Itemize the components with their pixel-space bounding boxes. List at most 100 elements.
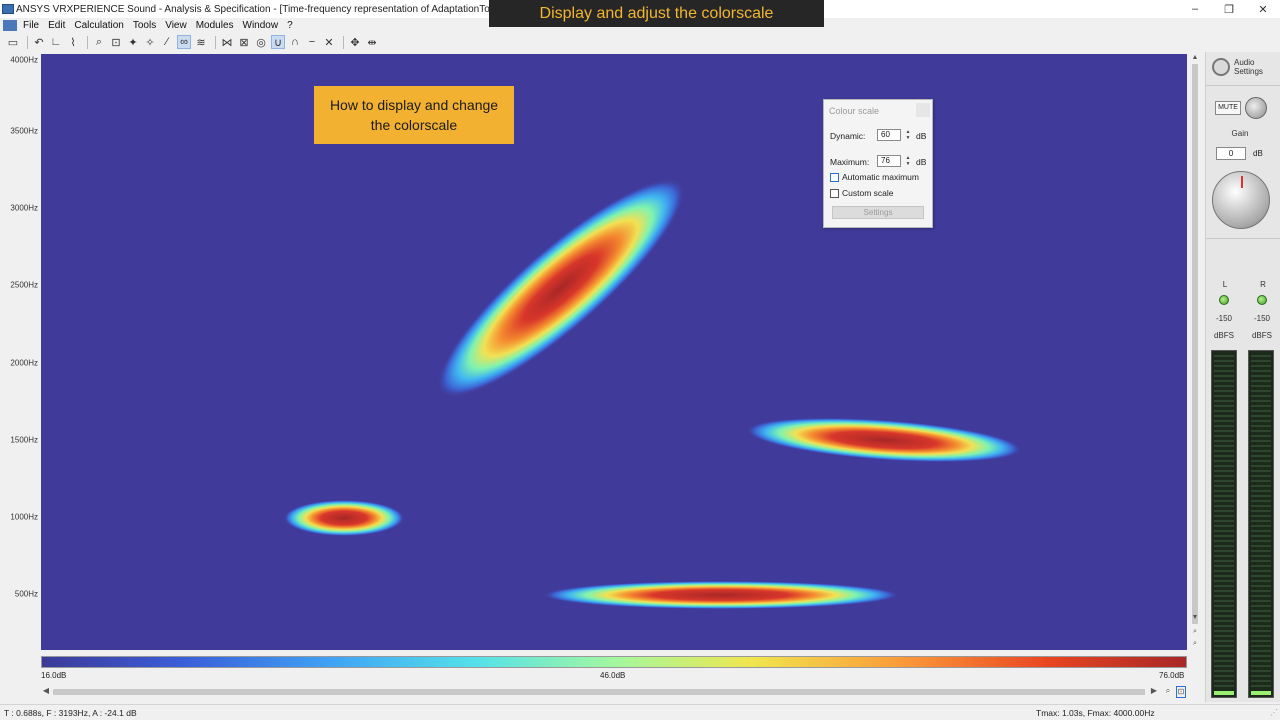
vertical-scrollbar[interactable]: ▲ ▼ ⌕ ⌕	[1189, 54, 1201, 650]
minus-icon[interactable]: −	[305, 35, 319, 49]
cross-icon[interactable]: ✕	[322, 35, 336, 49]
resize-grip-icon[interactable]: ⋰	[1270, 708, 1278, 717]
speaker-icon[interactable]	[1245, 97, 1267, 119]
spectral-blob-500hz	[543, 581, 899, 609]
spectrogram-panel: 4000Hz 3500Hz 3000Hz 2500Hz 2000Hz 1500H…	[0, 52, 1205, 702]
menu-modules[interactable]: Modules	[196, 20, 234, 31]
target-icon[interactable]: ◎	[254, 35, 268, 49]
meter-segment	[1251, 600, 1271, 602]
waveform-icon[interactable]: ≋	[194, 35, 208, 49]
audio-settings-button[interactable]: Audio Settings	[1212, 58, 1263, 76]
menu-help[interactable]: ?	[287, 20, 293, 31]
custom-scale-checkbox[interactable]	[830, 188, 839, 198]
left-level-value: -150	[1215, 314, 1232, 323]
custom-scale-option[interactable]: Custom scale	[830, 188, 894, 198]
colorscale-bar[interactable]	[41, 656, 1187, 668]
horizontal-scroll-track[interactable]	[53, 689, 1145, 695]
settings-button[interactable]: Settings	[832, 206, 924, 219]
automatic-maximum-label: Automatic maximum	[842, 172, 919, 182]
intersection-icon[interactable]: ∩	[288, 35, 302, 49]
pan-icon[interactable]: ✦	[126, 35, 140, 49]
axes-icon[interactable]: ∟	[49, 35, 63, 49]
meter-segment	[1251, 645, 1271, 647]
meter-segment	[1251, 420, 1271, 422]
crosshair-icon[interactable]: ⊠	[237, 35, 251, 49]
move-icon[interactable]: ✥	[348, 35, 362, 49]
menu-window[interactable]: Window	[243, 20, 279, 31]
maximum-spinner[interactable]: ▲ ▼	[904, 155, 912, 167]
zoom-icon[interactable]: ⌕	[92, 35, 106, 49]
document-icon[interactable]	[3, 19, 17, 31]
meter-segment	[1251, 485, 1271, 487]
gain-knob[interactable]	[1212, 171, 1270, 229]
dialog-close-button[interactable]	[916, 103, 930, 117]
menu-tools[interactable]: Tools	[133, 20, 156, 31]
menu-view[interactable]: View	[165, 20, 187, 31]
right-level-fill	[1251, 691, 1271, 695]
window-title: ANSYS VRXPERIENCE Sound - Analysis & Spe…	[16, 3, 560, 15]
meter-segment	[1251, 575, 1271, 577]
magic-wand-icon[interactable]: ✧	[143, 35, 157, 49]
meter-segment	[1214, 630, 1234, 632]
meter-segment	[1251, 365, 1271, 367]
maximum-input[interactable]: 76	[877, 155, 901, 167]
range-readout: Tmax: 1.03s, Fmax: 4000.00Hz	[1036, 708, 1155, 718]
scroll-left-icon[interactable]: ◀	[41, 686, 51, 698]
audio-panel: Audio Settings MUTE Gain 0 dB L R -150 -…	[1205, 52, 1280, 702]
meter-segment	[1251, 480, 1271, 482]
menu-edit[interactable]: Edit	[48, 20, 65, 31]
menu-file[interactable]: File	[23, 20, 39, 31]
zoom-out-y-icon[interactable]: ⌕	[1189, 640, 1201, 650]
minimize-button[interactable]: –	[1178, 0, 1212, 18]
meter-segment	[1214, 425, 1234, 427]
window-controls: – ❐ ✕	[1178, 0, 1280, 18]
meter-segment	[1214, 360, 1234, 362]
open-folder-icon[interactable]: ▭	[6, 35, 20, 49]
lasso-icon[interactable]: ⌇	[66, 35, 80, 49]
meter-segment	[1251, 615, 1271, 617]
loop-icon[interactable]: ∞	[177, 35, 191, 49]
meter-segment	[1251, 435, 1271, 437]
scroll-right-icon[interactable]: ▶	[1149, 686, 1159, 698]
mute-button[interactable]: MUTE	[1215, 101, 1241, 115]
audio-settings-label: Settings	[1234, 67, 1263, 76]
meter-segment	[1214, 620, 1234, 622]
horizontal-scrollbar[interactable]: ◀ ▶ ⌕ ⊡	[41, 686, 1187, 698]
close-button[interactable]: ✕	[1246, 0, 1280, 18]
scroll-up-icon[interactable]: ▲	[1189, 54, 1201, 64]
spectrogram-image	[284, 178, 1022, 609]
colour-scale-dialog: Colour scale Dynamic: 60 ▲ ▼ dB Maximum: …	[823, 99, 933, 228]
automatic-maximum-checkbox[interactable]	[830, 172, 839, 182]
maximize-button[interactable]: ❐	[1212, 0, 1246, 18]
zoom-fit-icon[interactable]: ⊡	[1176, 686, 1186, 698]
vertical-scroll-track[interactable]	[1192, 64, 1198, 624]
meter-segment	[1214, 495, 1234, 497]
y-tick-label: 3000Hz	[10, 203, 38, 213]
zoom-region-icon[interactable]: ⊡	[109, 35, 123, 49]
zoom-in-y-icon[interactable]: ⌕	[1189, 628, 1201, 638]
gear-icon	[1212, 58, 1230, 76]
dynamic-spinner[interactable]: ▲ ▼	[904, 129, 912, 141]
gain-input[interactable]: 0	[1216, 147, 1246, 160]
undo-icon[interactable]: ↶	[32, 35, 46, 49]
scroll-down-icon[interactable]: ▼	[1189, 614, 1201, 624]
zoom-in-x-icon[interactable]: ⌕	[1163, 686, 1173, 698]
meter-segment	[1214, 435, 1234, 437]
meter-segment	[1251, 660, 1271, 662]
move-horizontal-icon[interactable]: ⇹	[365, 35, 379, 49]
dynamic-input[interactable]: 60	[877, 129, 901, 141]
meter-segment	[1214, 670, 1234, 672]
menu-calculation[interactable]: Calculation	[74, 20, 123, 31]
meter-segment	[1214, 535, 1234, 537]
spectrogram-canvas[interactable]	[41, 54, 1187, 650]
meter-segment	[1251, 580, 1271, 582]
union-icon[interactable]: ∪	[271, 35, 285, 49]
brush-icon[interactable]: ∕	[160, 35, 174, 49]
meter-segment	[1251, 430, 1271, 432]
meter-segment	[1251, 490, 1271, 492]
right-level-unit: dBFS	[1251, 331, 1272, 340]
meter-segment	[1214, 530, 1234, 532]
automatic-maximum-option[interactable]: Automatic maximum	[830, 172, 919, 182]
cut-icon[interactable]: ⋈	[220, 35, 234, 49]
menu-bar: File Edit Calculation Tools View Modules…	[0, 18, 489, 32]
